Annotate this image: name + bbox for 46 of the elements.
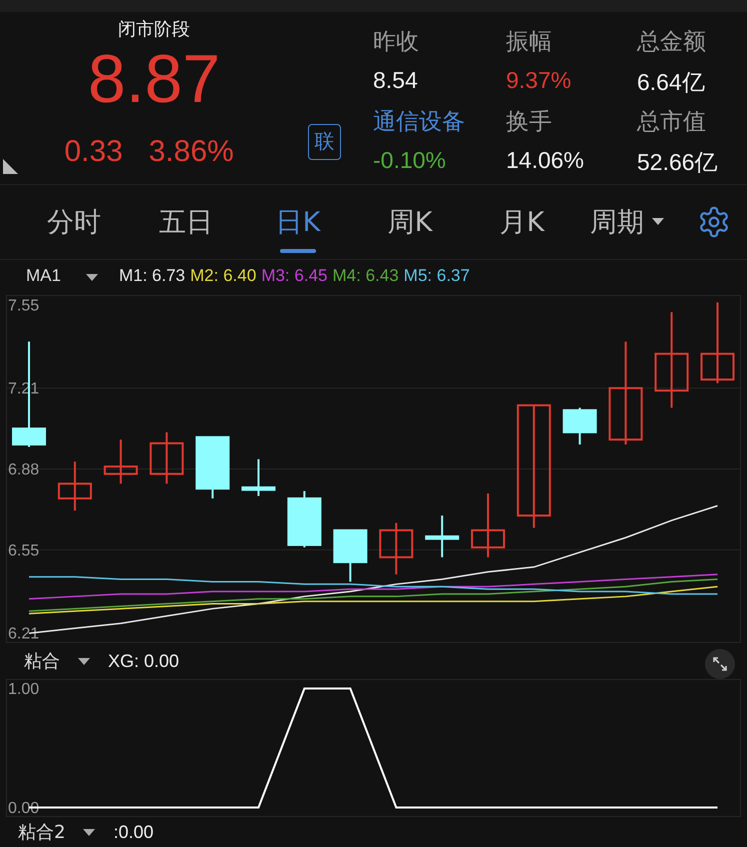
stat-value: -0.10% [373, 146, 447, 174]
indicator-name[interactable]: MA1 [26, 266, 61, 286]
axis-label: 6.21 [8, 625, 40, 642]
indicator-name[interactable]: 粘合 [24, 649, 60, 674]
percent-change: 3.86% [148, 134, 234, 169]
period-tab[interactable]: 五日 [130, 188, 242, 255]
stat-value: 8.54 [373, 66, 419, 94]
caret-icon [652, 218, 664, 226]
axis-label: 6.55 [8, 542, 40, 560]
stat-label: 总市值 [637, 108, 707, 137]
period-tab[interactable]: 周K [354, 188, 466, 255]
stat-label: 总金额 [637, 28, 707, 57]
link-button[interactable]: 联 [308, 124, 341, 160]
market-status: 闭市阶段 [118, 18, 190, 41]
stat-label: 换手 [506, 108, 553, 137]
indicator-value: XG: 0.00 [108, 650, 180, 672]
axis-label: 7.55 [8, 297, 40, 314]
moving-average-value: M5: 6.37 [404, 266, 470, 286]
moving-average-value: M4: 6.43 [332, 266, 399, 286]
corner-triangle-icon [3, 158, 18, 174]
period-tab[interactable]: 月K [466, 188, 578, 255]
stat-value: 14.06% [506, 146, 586, 174]
caret-icon [78, 658, 90, 665]
indicator-name[interactable]: 粘合2 [18, 820, 66, 844]
settings-icon[interactable] [697, 204, 731, 239]
moving-average-value: M2: 6.40 [190, 266, 256, 286]
moving-average-value: M1: 6.73 [118, 266, 186, 286]
period-dropdown[interactable]: 周期 [590, 204, 664, 240]
stat-value: 52.66亿 [637, 148, 719, 177]
axis-label: 6.88 [8, 461, 40, 478]
price-change: 0.33 [64, 134, 123, 169]
indicator-value: :0.00 [113, 822, 154, 843]
stat-value: 6.64亿 [637, 68, 706, 97]
sector-link[interactable]: 通信设备 [373, 106, 506, 137]
stat-label: 振幅 [506, 28, 553, 57]
period-tab[interactable]: 分时 [18, 188, 130, 255]
expand-icon [711, 654, 729, 673]
stat-label: 昨收 [373, 28, 420, 57]
caret-icon [86, 274, 98, 282]
moving-average-value: M3: 6.45 [261, 266, 328, 286]
last-price: 8.87 [88, 40, 220, 117]
axis-label: 1.00 [8, 680, 40, 698]
caret-icon [83, 828, 96, 836]
stat-value: 9.37% [506, 66, 572, 94]
expand-button[interactable] [705, 648, 735, 679]
period-tab[interactable]: 日K [242, 188, 354, 255]
